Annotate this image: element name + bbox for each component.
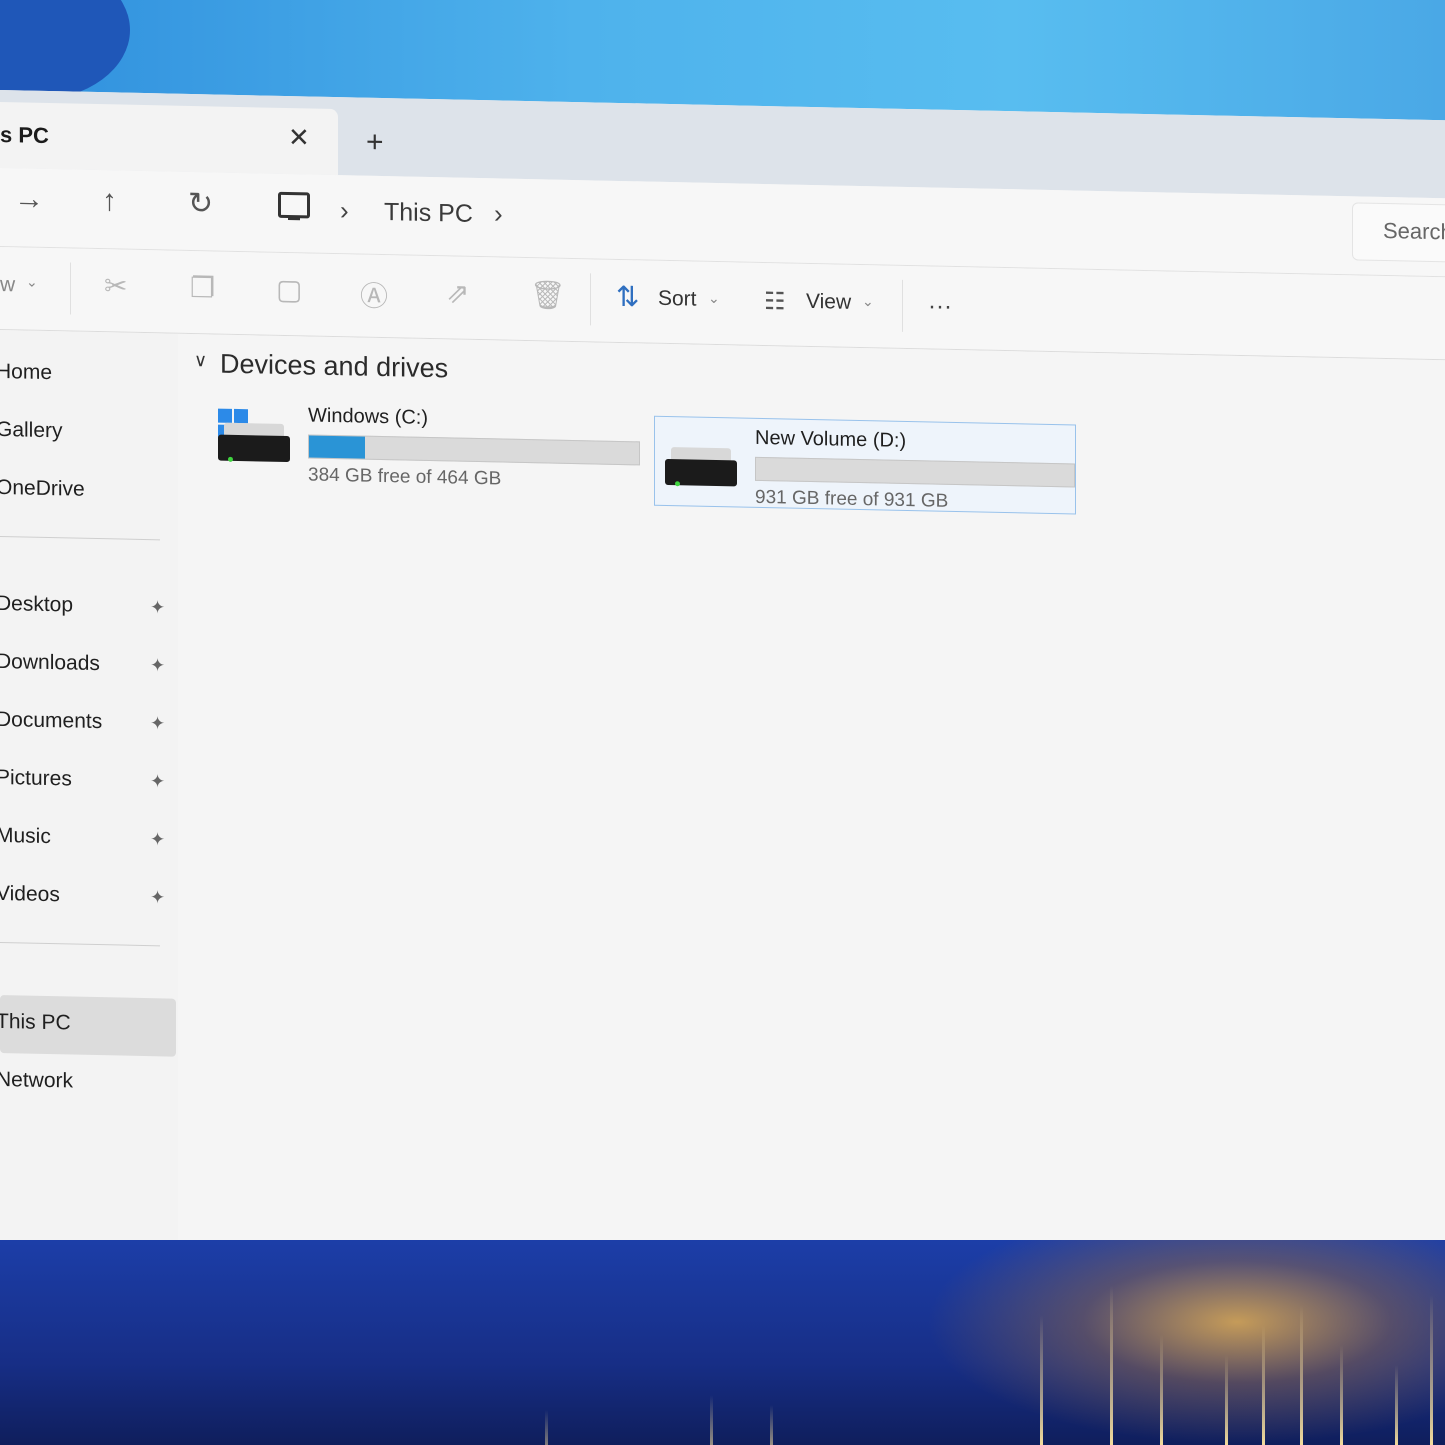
file-explorer-window: s PC ✕ + → ↑ ↻ › This PC › Search w ⌄ ✂ … <box>0 90 1445 1281</box>
tab-this-pc[interactable]: s PC ✕ <box>0 102 338 176</box>
sidebar-item-label: Pictures <box>0 765 72 791</box>
drive-item-d[interactable]: New Volume (D:) 931 GB free of 931 GB <box>654 415 1076 515</box>
sidebar-item-label: This PC <box>0 1009 71 1035</box>
sidebar-divider <box>0 942 160 947</box>
file-list-area: ∨ Devices and drives Windows (C:) 384 GB… <box>178 333 1445 1281</box>
copy-icon[interactable]: ❐ <box>190 271 215 305</box>
paste-icon[interactable]: ▢ <box>276 273 302 307</box>
pin-icon: ✦ <box>150 887 166 908</box>
sidebar-item-label: OneDrive <box>0 475 85 501</box>
drive-icon <box>665 447 737 489</box>
chevron-down-icon[interactable]: ∨ <box>194 350 207 371</box>
city-lights <box>925 1240 1445 1445</box>
drive-usage-bar <box>308 434 640 466</box>
up-icon[interactable]: ↑ <box>102 184 117 218</box>
forward-icon[interactable]: → <box>14 182 44 217</box>
group-header[interactable]: Devices and drives <box>220 349 448 385</box>
share-icon[interactable]: ⇗ <box>446 276 469 309</box>
desktop-wallpaper-bottom <box>0 1240 1445 1445</box>
tab-title: s PC <box>0 122 49 149</box>
pin-icon: ✦ <box>150 771 166 792</box>
chevron-down-icon[interactable]: ⌄ <box>862 293 874 310</box>
sidebar-item-label: Gallery <box>0 417 63 443</box>
pin-icon: ✦ <box>150 713 166 734</box>
pin-icon: ✦ <box>150 655 166 676</box>
view-button[interactable]: View <box>806 290 851 315</box>
windows-drive-icon <box>218 408 290 465</box>
drive-item-c[interactable]: Windows (C:) 384 GB free of 464 GB <box>208 394 640 491</box>
pin-icon: ✦ <box>150 597 166 618</box>
drive-free-space: 931 GB free of 931 GB <box>755 486 949 512</box>
refresh-icon[interactable]: ↻ <box>188 186 213 222</box>
sort-button[interactable]: Sort <box>658 287 697 312</box>
chevron-right-icon[interactable]: › <box>494 198 503 229</box>
new-tab-button[interactable]: + <box>366 126 384 160</box>
search-input[interactable]: Search <box>1383 218 1445 245</box>
breadcrumb-this-pc[interactable]: This PC <box>384 198 473 229</box>
sort-icon[interactable]: ⇅ <box>616 280 639 313</box>
drive-usage-bar <box>755 456 1075 488</box>
cut-icon[interactable]: ✂ <box>104 269 127 302</box>
drive-name: Windows (C:) <box>308 404 429 429</box>
close-icon[interactable]: ✕ <box>288 122 310 153</box>
drive-free-space: 384 GB free of 464 GB <box>308 464 502 490</box>
sidebar-item-label: Music <box>0 823 51 849</box>
sidebar-item-label: Home <box>0 359 53 385</box>
drive-name: New Volume (D:) <box>755 426 907 452</box>
chevron-right-icon: › <box>340 195 349 226</box>
wallpaper-shape <box>0 0 130 100</box>
toolbar-separator <box>590 273 591 326</box>
address-bar[interactable]: › This PC › <box>260 183 1330 262</box>
chevron-down-icon[interactable]: ⌄ <box>26 274 38 291</box>
chevron-down-icon[interactable]: ⌄ <box>708 290 720 307</box>
monitor-icon <box>278 191 310 219</box>
sidebar-item-label: Desktop <box>0 591 74 617</box>
sidebar-divider <box>0 536 160 541</box>
sidebar-item-label: Videos <box>0 881 60 907</box>
sidebar-item-label: Downloads <box>0 649 100 676</box>
more-options-icon[interactable]: ··· <box>928 292 952 321</box>
navigation-pane: Home Gallery OneDrive Desktop ✦ Downloads… <box>0 330 178 1254</box>
rename-icon[interactable]: Ⓐ <box>360 275 388 316</box>
delete-icon[interactable]: 🗑 <box>530 278 566 312</box>
toolbar-separator <box>902 279 903 332</box>
pin-icon: ✦ <box>150 829 166 850</box>
toolbar-separator <box>70 262 71 315</box>
search-box[interactable]: Search <box>1352 202 1445 265</box>
new-button-label[interactable]: w <box>0 273 15 297</box>
sidebar-item-label: Network <box>0 1067 74 1093</box>
sidebar-item-label: Documents <box>0 707 103 734</box>
view-icon[interactable]: ☷ <box>764 287 786 316</box>
